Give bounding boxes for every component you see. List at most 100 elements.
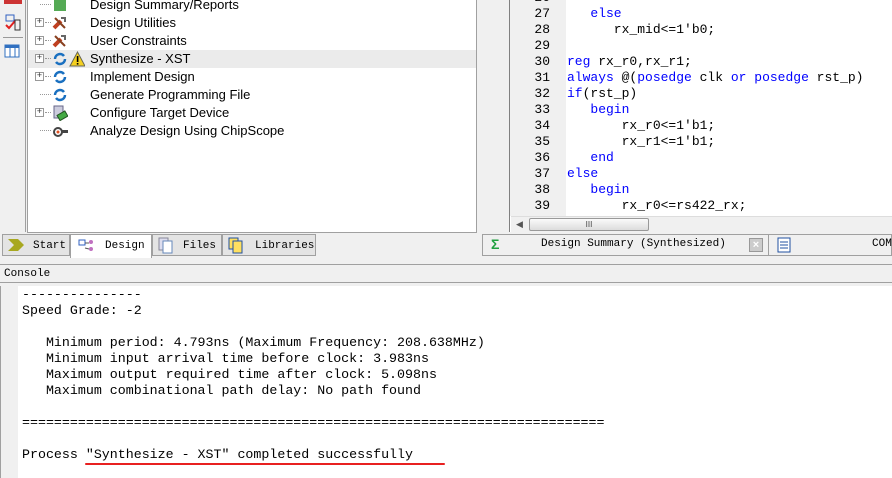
code-line[interactable]: rx_r0<=1'b1; [567, 118, 716, 133]
tab-libraries[interactable]: Libraries [222, 234, 316, 256]
console-line: ========================================… [22, 415, 605, 430]
process-tree: Design Summary/Reports + Design Utilities +… [27, 0, 477, 233]
console-line: Minimum period: 4.793ns (Maximum Frequen… [22, 335, 485, 350]
tree-item-implement-design[interactable]: + Implement Design [28, 68, 476, 86]
design-panel-tabs: Start Design Files Libraries [0, 234, 480, 258]
design-icon [78, 239, 93, 251]
tab-files[interactable]: Files [152, 234, 222, 256]
scroll-grip: III [585, 220, 593, 229]
editor-tabs: Σ Design Summary (Synthesized) × COM [482, 234, 892, 256]
tree-item-user-constraints[interactable]: + User Constraints [28, 32, 476, 50]
tab-label: Design [105, 240, 145, 252]
document-icon [777, 237, 791, 253]
line-number: 30 [534, 54, 550, 69]
tree-item-design-utilities[interactable]: + Design Utilities [28, 14, 476, 32]
console-title: Console [4, 268, 51, 280]
line-number: 26 [510, 0, 550, 5]
console-header: Console [0, 264, 892, 283]
expand-icon[interactable]: + [35, 72, 44, 81]
code-line[interactable]: reg rx_r0,rx_r1; [567, 54, 692, 69]
console-line: Speed Grade: -2 [22, 303, 142, 318]
tree-item-label: Generate Programming File [90, 87, 251, 102]
reports-icon [54, 0, 66, 11]
line-number: 28 [534, 22, 550, 37]
line-number: 31 [534, 70, 550, 85]
tree-connector [45, 112, 51, 113]
sigma-icon: Σ [491, 236, 500, 252]
code-line[interactable]: rx_mid<=1'b0; [567, 22, 715, 37]
expand-icon[interactable]: + [35, 36, 44, 45]
line-number: 38 [534, 182, 550, 197]
code-line[interactable]: begin [567, 102, 629, 117]
line-number: 37 [534, 166, 550, 181]
tab-com[interactable]: COM [872, 238, 892, 250]
warning-icon [69, 51, 85, 67]
code-line[interactable]: else [567, 166, 598, 181]
line-number: 35 [534, 134, 550, 149]
tree-connector [45, 22, 51, 23]
tree-item-configure-target-device[interactable]: + Configure Target Device [28, 104, 476, 122]
line-number: 39 [534, 198, 550, 213]
tree-connector [45, 76, 51, 77]
toolbar-divider [3, 37, 23, 38]
chipscope-icon [53, 127, 68, 137]
process-toolbar [0, 0, 26, 232]
line-number: 27 [534, 6, 550, 21]
tab-start[interactable]: Start [2, 234, 70, 256]
tab-label: Libraries [255, 240, 315, 252]
line-number: 34 [534, 118, 550, 133]
tree-connector [40, 130, 51, 131]
tree-item-label: Design Utilities [90, 15, 176, 30]
start-icon [8, 239, 24, 251]
tree-item-label: User Constraints [90, 33, 187, 48]
check-syntax-icon[interactable] [4, 14, 22, 31]
line-number: 32 [534, 86, 550, 101]
expand-icon[interactable]: + [35, 108, 44, 117]
libraries-icon [228, 237, 243, 254]
code-line[interactable]: else [567, 6, 621, 21]
scroll-left-arrow[interactable]: ◀ [516, 219, 523, 230]
close-tab-icon[interactable]: × [749, 238, 763, 252]
tree-item-label: Analyze Design Using ChipScope [90, 123, 285, 138]
code-line[interactable]: begin [567, 182, 629, 197]
expand-icon[interactable]: + [35, 18, 44, 27]
tree-connector [45, 40, 51, 41]
process-icon [53, 70, 67, 84]
expand-icon[interactable]: + [35, 54, 44, 63]
code-line[interactable]: always @(posedge clk or posedge rst_p) [567, 70, 863, 85]
tree-connector [40, 94, 51, 95]
panel-layout-icon[interactable] [4, 44, 22, 60]
tools-icon [52, 35, 66, 48]
code-line[interactable]: rx_r1<=1'b1; [567, 134, 716, 149]
files-icon [158, 237, 173, 254]
horizontal-scrollbar[interactable]: ◀ III [511, 216, 892, 232]
tools-icon [52, 17, 66, 30]
console-line: --------------- [22, 287, 142, 302]
code-line[interactable]: rx_r0<=rs422_rx; [567, 198, 747, 213]
tree-item-generate-programming-file[interactable]: Generate Programming File [28, 86, 476, 104]
process-icon [53, 88, 67, 102]
tab-design-summary[interactable]: Design Summary (Synthesized) [541, 238, 726, 250]
tab-label: Start [33, 240, 67, 252]
process-icon [53, 52, 67, 66]
tree-connector [40, 4, 51, 5]
console-line: Process "Synthesize - XST" completed suc… [22, 447, 413, 462]
tree-item-label: Implement Design [90, 69, 195, 84]
tab-label: Files [183, 240, 217, 252]
tree-item-analyze-design-using-chipscope[interactable]: Analyze Design Using ChipScope [28, 122, 476, 140]
line-number: 29 [534, 38, 550, 53]
console-line: Maximum output required time after clock… [22, 367, 437, 382]
console-line: Minimum input arrival time before clock:… [22, 351, 429, 366]
line-number: 36 [534, 150, 550, 165]
tree-item-design-summary-reports[interactable]: Design Summary/Reports [28, 0, 476, 14]
tree-connector [45, 58, 51, 59]
device-icon [53, 105, 68, 121]
toolbar-icon-top[interactable] [4, 0, 22, 4]
scroll-thumb[interactable]: III [529, 218, 649, 231]
code-line[interactable]: if(rst_p) [567, 86, 637, 101]
code-line[interactable]: end [567, 150, 613, 165]
tree-item-synthesize-xst[interactable]: + Synthesize - XST [28, 50, 476, 68]
line-number: 33 [534, 102, 550, 117]
tab-design[interactable]: Design [70, 234, 152, 258]
editor-side-strip [480, 0, 510, 232]
